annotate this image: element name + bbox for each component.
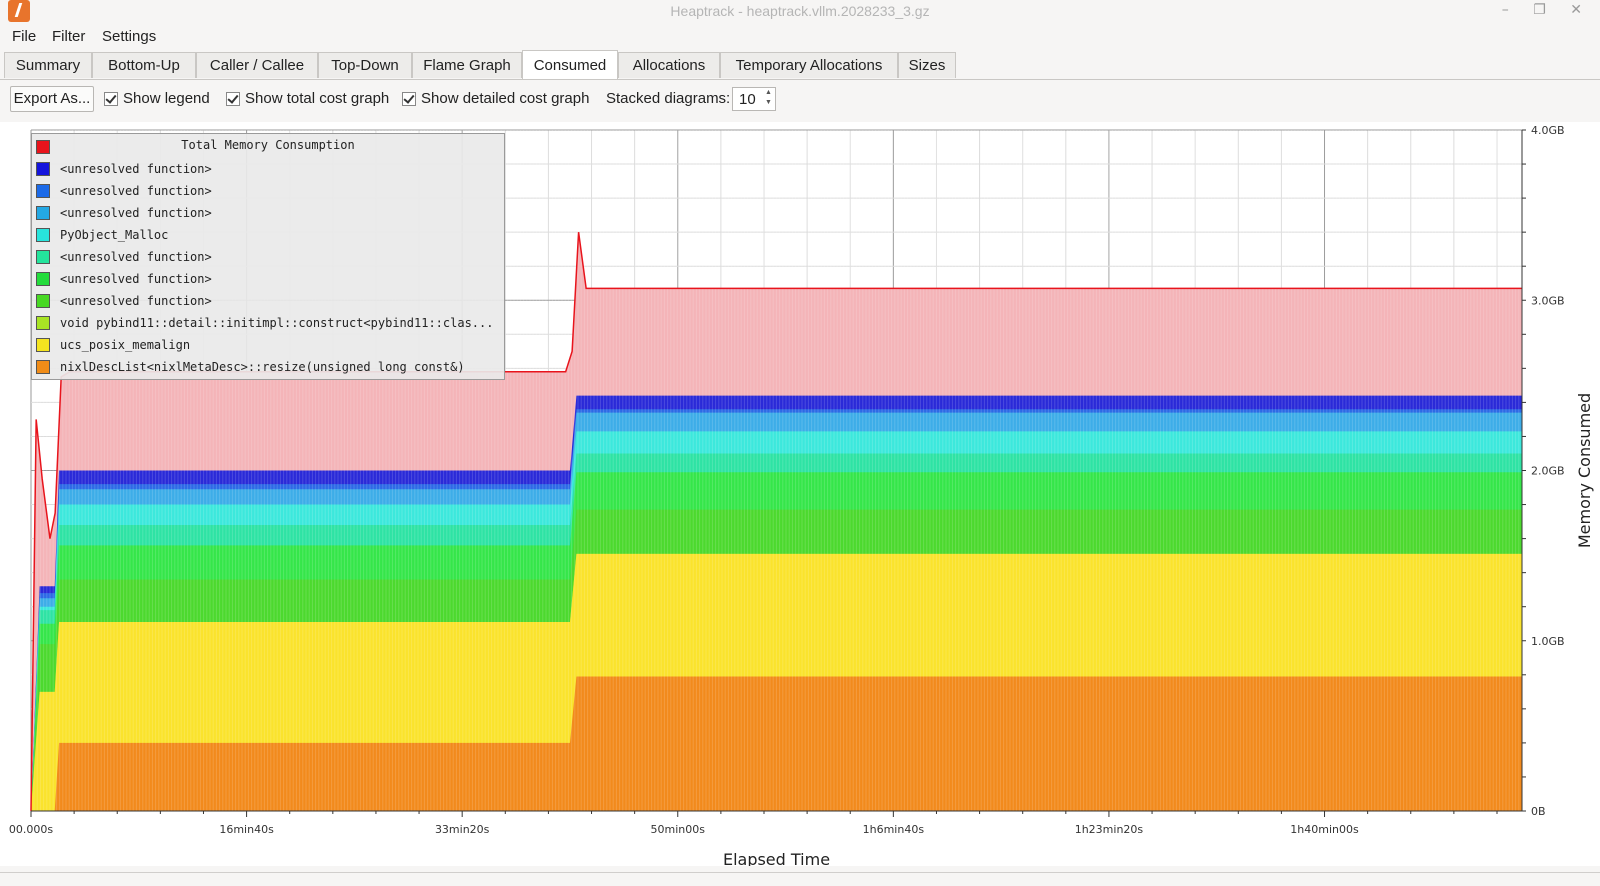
tab-top-down[interactable]: Top-Down — [318, 52, 412, 78]
legend-item: nixlDescList<nixlMetaDesc>::resize(unsig… — [36, 356, 465, 378]
tab-summary[interactable]: Summary — [4, 52, 92, 78]
x-tick-label: 33min20s — [435, 823, 490, 836]
checkbox-checked-icon — [402, 91, 416, 106]
legend-item: ucs_posix_memalign — [36, 334, 190, 356]
y-tick-label: 1.0GB — [1531, 635, 1565, 648]
x-tick-label: 50min00s — [651, 823, 706, 836]
legend-label: <unresolved function> — [60, 184, 212, 198]
legend-swatch — [36, 184, 50, 198]
x-tick-label: 1h6min40s — [863, 823, 925, 836]
title-bar: Heaptrack - heaptrack.vllm.2028233_3.gz … — [0, 0, 1600, 24]
maximize-icon[interactable]: ❐ — [1533, 2, 1556, 18]
legend-item: <unresolved function> — [36, 268, 212, 290]
legend-item: <unresolved function> — [36, 158, 212, 180]
tab-consumed[interactable]: Consumed — [522, 50, 618, 79]
export-as-button[interactable]: Export As... — [10, 86, 94, 112]
x-tick-label: 1h40min00s — [1290, 823, 1359, 836]
y-tick-label: 4.0GB — [1531, 124, 1565, 137]
legend-label: <unresolved function> — [60, 294, 212, 308]
legend-swatch — [36, 272, 50, 286]
legend-swatch — [36, 294, 50, 308]
y-tick-label: 0B — [1531, 805, 1546, 818]
legend-item: <unresolved function> — [36, 246, 212, 268]
legend-label: <unresolved function> — [60, 250, 212, 264]
show-legend-label: Show legend — [123, 90, 210, 107]
x-tick-label: 1h23min20s — [1075, 823, 1144, 836]
legend-title: Total Memory Consumption — [181, 138, 355, 152]
legend-swatch — [36, 360, 50, 374]
legend-item: PyObject_Malloc — [36, 224, 168, 246]
show-detailed-cost-label: Show detailed cost graph — [421, 90, 590, 107]
legend-item: <unresolved function> — [36, 290, 212, 312]
y-tick-label: 3.0GB — [1531, 294, 1565, 307]
menu-filter[interactable]: Filter — [52, 28, 85, 45]
legend-swatch — [36, 338, 50, 352]
tab-bar: Summary Bottom-Up Caller / Callee Top-Do… — [4, 50, 1600, 80]
tab-allocations[interactable]: Allocations — [618, 52, 720, 78]
legend-swatch — [36, 162, 50, 176]
chart-legend: Total Memory Consumption <unresolved fun… — [31, 133, 505, 380]
status-divider — [0, 872, 1600, 873]
window-controls: – ❐ ✕ — [1502, 2, 1592, 18]
tab-flame-graph[interactable]: Flame Graph — [412, 52, 522, 78]
legend-swatch — [36, 206, 50, 220]
show-total-cost-checkbox[interactable]: Show total cost graph — [226, 90, 389, 107]
legend-label: <unresolved function> — [60, 272, 212, 286]
minimize-icon[interactable]: – — [1502, 2, 1519, 18]
legend-label: nixlDescList<nixlMetaDesc>::resize(unsig… — [60, 360, 465, 374]
checkbox-checked-icon — [226, 91, 240, 106]
stacked-diagrams-label: Stacked diagrams: — [606, 90, 731, 107]
tab-caller-callee[interactable]: Caller / Callee — [196, 52, 318, 78]
stacked-diagrams-value[interactable]: 10 — [739, 91, 756, 108]
legend-item: void pybind11::detail::initimpl::constru… — [36, 312, 493, 334]
menu-bar: File Filter Settings — [0, 26, 1600, 48]
legend-label: void pybind11::detail::initimpl::constru… — [60, 316, 494, 330]
x-tick-label: 16min40s — [219, 823, 274, 836]
show-total-cost-label: Show total cost graph — [245, 90, 390, 107]
show-legend-checkbox[interactable]: Show legend — [104, 90, 210, 107]
tab-temporary-allocations[interactable]: Temporary Allocations — [720, 52, 898, 78]
x-tick-label: 00.000s — [9, 823, 53, 836]
tab-sizes[interactable]: Sizes — [898, 52, 956, 78]
tab-bottom-up[interactable]: Bottom-Up — [92, 52, 196, 78]
close-icon[interactable]: ✕ — [1570, 2, 1592, 18]
spin-up-icon[interactable]: ▲ — [764, 89, 773, 96]
toolbar: Export As... Show legend Show total cost… — [0, 84, 1600, 116]
legend-label: PyObject_Malloc — [60, 228, 169, 242]
stacked-diagrams-spinbox[interactable]: 10 ▲ ▼ — [732, 87, 776, 111]
legend-label: ucs_posix_memalign — [60, 338, 191, 352]
legend-swatch — [36, 228, 50, 242]
legend-swatch — [36, 316, 50, 330]
menu-settings[interactable]: Settings — [102, 28, 156, 45]
legend-swatch — [36, 250, 50, 264]
checkbox-checked-icon — [104, 91, 118, 106]
legend-label: <unresolved function> — [60, 206, 212, 220]
legend-item: <unresolved function> — [36, 180, 212, 202]
spin-down-icon[interactable]: ▼ — [764, 99, 773, 106]
show-detailed-cost-checkbox[interactable]: Show detailed cost graph — [402, 90, 589, 107]
y-tick-label: 2.0GB — [1531, 465, 1565, 478]
legend-item: <unresolved function> — [36, 202, 212, 224]
window-title: Heaptrack - heaptrack.vllm.2028233_3.gz — [670, 3, 930, 19]
menu-file[interactable]: File — [12, 28, 36, 45]
tab-divider — [0, 79, 1600, 80]
legend-label: <unresolved function> — [60, 162, 212, 176]
x-axis-title: Elapsed Time — [723, 850, 830, 866]
y-axis-title: Memory Consumed — [1575, 393, 1594, 548]
